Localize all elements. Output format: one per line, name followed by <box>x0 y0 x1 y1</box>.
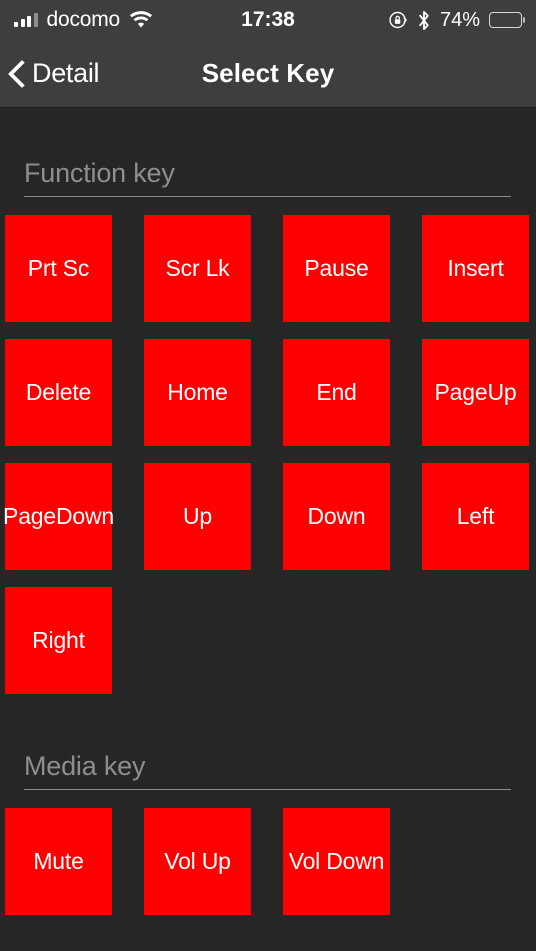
signal-bars-icon <box>14 13 38 27</box>
key-button-left[interactable]: Left <box>422 463 529 570</box>
key-button-down[interactable]: Down <box>283 463 390 570</box>
key-button-up[interactable]: Up <box>144 463 251 570</box>
key-button-insert[interactable]: Insert <box>422 215 529 322</box>
key-button-pageup[interactable]: PageUp <box>422 339 529 446</box>
battery-icon <box>489 12 525 28</box>
key-button-pagedown[interactable]: PageDown <box>3 463 114 570</box>
key-button-vol-up[interactable]: Vol Up <box>144 808 251 915</box>
key-button-mute[interactable]: Mute <box>5 808 112 915</box>
clock-label: 17:38 <box>241 8 295 31</box>
key-button-home[interactable]: Home <box>144 339 251 446</box>
status-bar-left: docomo <box>14 8 153 32</box>
key-button-prt-sc[interactable]: Prt Sc <box>5 215 112 322</box>
key-button-right[interactable]: Right <box>5 587 112 694</box>
status-bar-right: 74% <box>388 0 525 40</box>
key-button-scr-lk[interactable]: Scr Lk <box>144 215 251 322</box>
battery-percent-label: 74% <box>439 8 480 31</box>
rotation-lock-icon <box>388 10 408 30</box>
nav-bar: Detail Select Key <box>0 40 536 108</box>
key-button-vol-down[interactable]: Vol Down <box>283 808 390 915</box>
key-button-delete[interactable]: Delete <box>5 339 112 446</box>
top-spacer <box>0 108 536 158</box>
key-selection-list[interactable]: Function key Prt Sc Scr Lk Pause Insert … <box>0 108 536 951</box>
key-button-end[interactable]: End <box>283 339 390 446</box>
status-bar: docomo 17:38 74% <box>0 0 536 40</box>
carrier-label: docomo <box>46 8 121 31</box>
section-media-key: Media key Mute Vol Up Vol Down <box>0 751 536 915</box>
section-header-function-key: Function key <box>24 158 511 197</box>
key-button-pause[interactable]: Pause <box>283 215 390 322</box>
page-title: Select Key <box>201 58 335 88</box>
section-header-media-key: Media key <box>24 751 511 790</box>
bluetooth-icon <box>417 10 431 31</box>
function-key-grid: Prt Sc Scr Lk Pause Insert Delete Home E… <box>3 215 531 694</box>
wifi-icon <box>129 11 153 29</box>
section-function-key: Function key Prt Sc Scr Lk Pause Insert … <box>0 158 536 694</box>
media-key-grid: Mute Vol Up Vol Down <box>5 808 531 915</box>
